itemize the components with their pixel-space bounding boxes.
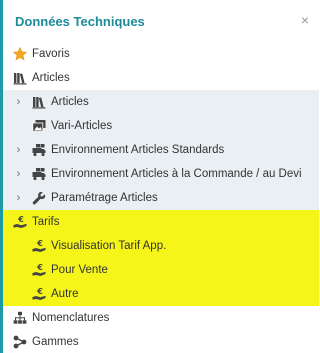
- tree-item-label: Autre: [51, 288, 79, 300]
- tree-item-pour-vente[interactable]: € Pour Vente: [3, 258, 319, 282]
- panel-title: Données Techniques: [15, 13, 145, 29]
- books-icon: [32, 95, 46, 109]
- wrench-icon: [32, 191, 46, 205]
- hand-euro-icon: €: [32, 287, 46, 301]
- tree-item-label: Nomenclatures: [32, 312, 110, 324]
- hand-euro-icon: €: [32, 239, 46, 253]
- chevron-right-icon[interactable]: ›: [14, 96, 23, 108]
- chevron-right-icon[interactable]: ›: [14, 144, 23, 156]
- tree-item-nomenclatures[interactable]: Nomenclatures: [3, 306, 319, 330]
- tree-item-label: Pour Vente: [51, 264, 108, 276]
- tree-item-label: Environnement Articles Standards: [51, 144, 225, 156]
- tree-item-label: Favoris: [32, 48, 70, 60]
- tree-item-articles-articles[interactable]: › Articles: [3, 90, 319, 114]
- tree-item-label: Vari-Articles: [51, 120, 113, 132]
- share-nodes-icon: [13, 335, 27, 349]
- books-icon: [13, 71, 27, 85]
- truck-icon: [32, 167, 46, 181]
- tree-item-tarifs[interactable]: € Tarifs: [3, 210, 319, 234]
- chevron-right-icon[interactable]: ›: [14, 168, 23, 180]
- hierarchy-icon: [13, 311, 27, 325]
- svg-text:€: €: [36, 287, 43, 296]
- tree-item-env-articles-standards[interactable]: › Environnement Articles Standards: [3, 138, 319, 162]
- hand-euro-icon: €: [13, 215, 27, 229]
- tree-item-favoris[interactable]: Favoris: [3, 42, 319, 66]
- chevron-right-icon[interactable]: ›: [14, 192, 23, 204]
- tree-item-label: Articles: [32, 72, 70, 84]
- tree-item-label: Visualisation Tarif App.: [51, 240, 167, 252]
- tree-item-vari-articles[interactable]: Vari-Articles: [3, 114, 319, 138]
- tree-item-label: Articles: [51, 96, 89, 108]
- tree-item-label: Tarifs: [32, 216, 60, 228]
- svg-text:€: €: [36, 263, 43, 272]
- panel-header: Données Techniques ×: [3, 0, 319, 42]
- tree-item-label: Environnement Articles à la Commande / a…: [51, 168, 302, 180]
- tree-item-visualisation-tarif[interactable]: € Visualisation Tarif App.: [3, 234, 319, 258]
- tree-item-parametrage-articles[interactable]: › Paramétrage Articles: [3, 186, 319, 210]
- svg-text:€: €: [36, 239, 43, 248]
- hand-euro-icon: €: [32, 263, 46, 277]
- close-icon[interactable]: ×: [301, 13, 309, 27]
- navigation-tree: Favoris Articles › Articles Vari-Article…: [3, 42, 319, 353]
- technical-data-panel: Données Techniques × Favoris Articles › …: [3, 0, 319, 353]
- star-icon: [13, 47, 27, 61]
- tree-item-label: Paramétrage Articles: [51, 192, 158, 204]
- tree-item-env-articles-commande[interactable]: › Environnement Articles à la Commande /…: [3, 162, 319, 186]
- tree-item-gammes[interactable]: Gammes: [3, 330, 319, 353]
- tree-item-articles[interactable]: Articles: [3, 66, 319, 90]
- tree-item-autre[interactable]: € Autre: [3, 282, 319, 306]
- image-stack-icon: [32, 119, 46, 133]
- truck-icon: [32, 143, 46, 157]
- tree-item-label: Gammes: [32, 336, 79, 348]
- svg-text:€: €: [17, 215, 24, 224]
